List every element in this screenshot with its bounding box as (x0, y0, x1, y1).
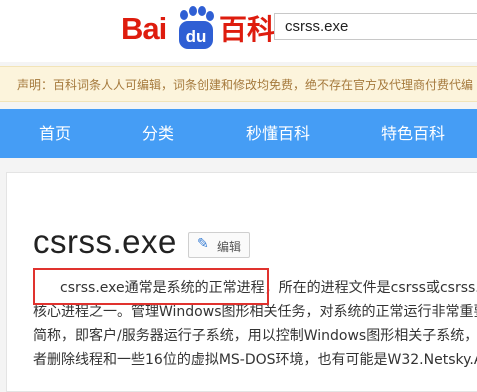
article-text-line: csrss.exe通常是系统的正常进程，所在的进程文件是csrss或csrss.… (60, 280, 477, 296)
nav-item-featured[interactable]: 特色百科 (381, 109, 445, 158)
article-text-line: 核心进程之一。管理Windows图形相关任务，对系统的正常运行非常重要 (33, 304, 477, 320)
edit-button-label: 编辑 (217, 240, 242, 254)
search-box (274, 13, 477, 40)
article-text-line: 者删除线程和一些16位的虚拟MS-DOS环境，也有可能是W32.Netsky.A… (33, 352, 477, 368)
article-text-line: 简称，即客户/服务器运行子系统，用以控制Windows图形相关子系统，必 (33, 328, 477, 344)
nav-item-home[interactable]: 首页 (39, 109, 71, 158)
main-nav: 首页 分类 秒懂百科 特色百科 (0, 109, 477, 158)
site-header: Bai du 百科 (0, 0, 477, 62)
logo-baike-text: 百科 (219, 13, 276, 46)
page-title: csrss.exe (33, 223, 177, 260)
paw-icon: du (179, 6, 214, 49)
pencil-icon: ✎ (197, 236, 209, 252)
notice-bar: 声明：百科词条人人可编辑，词条创建和修改均免费，绝不存在官方及代理商付费代编 (0, 66, 477, 102)
search-input[interactable] (275, 14, 477, 39)
nav-item-miaodong[interactable]: 秒懂百科 (246, 109, 310, 158)
logo-bai-text: Bai (121, 11, 167, 46)
notice-text: 声明：百科词条人人可编辑，词条创建和修改均免费，绝不存在官方及代理商付费代编 (17, 78, 474, 92)
logo-du-text: du (186, 27, 207, 46)
edit-button[interactable]: ✎ 编辑 (188, 232, 250, 258)
nav-item-categories[interactable]: 分类 (142, 109, 174, 158)
